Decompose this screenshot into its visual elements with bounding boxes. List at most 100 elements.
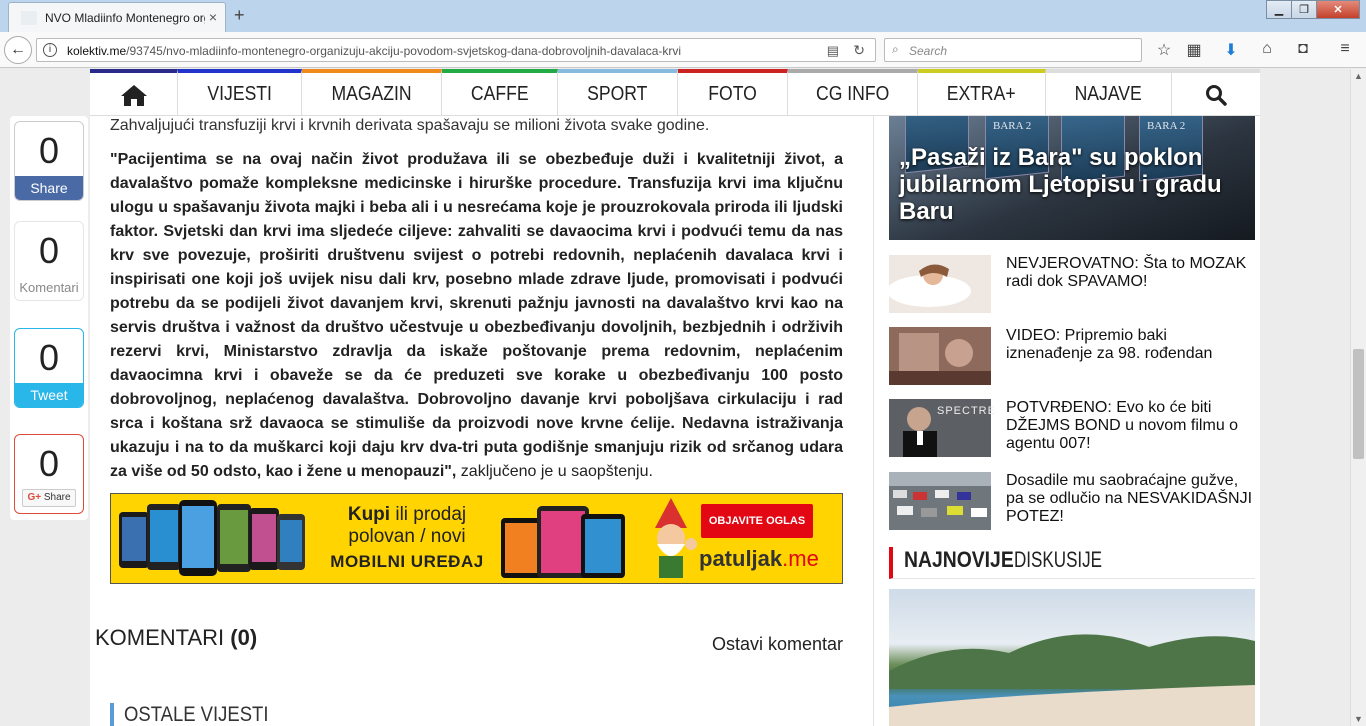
book-label: BARA 2	[1147, 120, 1186, 132]
banner-sell: ili prodaj	[390, 504, 467, 525]
nav-sport[interactable]: SPORT	[558, 69, 678, 116]
book-label: BARA 2	[993, 120, 1032, 132]
article-quote: "Pacijentima se na ovaj način život prod…	[110, 148, 843, 484]
gplus-icon: G+	[27, 492, 42, 503]
nav-label: EXTRA+	[947, 83, 1016, 105]
site-navigation: VIJESTI MAGAZIN CAFFE SPORT FOTO CG INFO…	[90, 69, 1260, 116]
back-arrow-icon[interactable]: ←	[4, 36, 32, 64]
heading-bold: NAJNOVIJE	[904, 547, 1014, 572]
featured-story[interactable]: BARA 2 BARA 2 „Pasaži iz Bara" su poklon…	[889, 116, 1255, 240]
reload-icon[interactable]: ↻	[853, 42, 865, 59]
thumb-caption: SPECTRE	[937, 405, 996, 417]
quote-bold: "Pacijentima se na ovaj način život prod…	[110, 151, 843, 480]
site-info-icon[interactable]: i	[43, 43, 57, 57]
phones-illustration-icon	[119, 500, 305, 576]
maximize-icon[interactable]: ❐	[1291, 0, 1317, 19]
nav-caffe[interactable]: CAFFE	[442, 69, 558, 116]
nav-label: SPORT	[587, 83, 648, 105]
news-title[interactable]: VIDEO: Pripremio baki iznenađenje za 98.…	[1006, 327, 1256, 363]
twitter-share-count: 0	[38, 337, 60, 378]
window-close-icon[interactable]: ✕	[1316, 0, 1360, 19]
news-title[interactable]: NEVJEROVATNO: Šta to MOZAK radi dok SPAV…	[1006, 255, 1256, 291]
gplus-share-box[interactable]: 0 G+ Share	[14, 434, 84, 514]
url-path: /93745/nvo-mladiinfo-montenegro-organizu…	[126, 44, 682, 58]
close-tab-icon[interactable]: ×	[209, 9, 217, 25]
menu-hamburger-icon[interactable]: ≡	[1334, 40, 1356, 58]
address-bar[interactable]: i kolektiv.me/93745/nvo-mladiinfo-monten…	[36, 38, 876, 62]
gplus-share-label: Share	[43, 492, 71, 503]
facebook-share-count: 0	[38, 130, 60, 171]
tab-title: NVO Mladiinfo Montenegro organizuju akci…	[45, 11, 205, 25]
nav-extra[interactable]: EXTRA+	[918, 69, 1046, 116]
social-share-bar: 0 Share 0 Komentari 0 Tweet 0 G+ Share	[10, 116, 88, 520]
sidebar-news-item[interactable]: NEVJEROVATNO: Šta to MOZAK radi dok SPAV…	[889, 255, 1255, 313]
sidebar-news-item[interactable]: SPECTRE POTVRĐENO: Evo ko će biti DŽEJMS…	[889, 399, 1255, 457]
nav-vijesti[interactable]: VIJESTI	[178, 69, 302, 116]
page-scrollbar[interactable]: ▲ ▼	[1350, 69, 1366, 726]
pocket-icon[interactable]: ◘	[1292, 40, 1314, 58]
news-thumbnail	[889, 327, 991, 385]
twitter-share-box[interactable]: 0 Tweet	[14, 328, 84, 408]
discussion-beach-image[interactable]	[889, 589, 1255, 726]
browser-tab[interactable]: NVO Mladiinfo Montenegro organizuju akci…	[8, 2, 226, 32]
other-news-label: OSTALE VIJESTI	[124, 703, 269, 726]
nav-foto[interactable]: FOTO	[678, 69, 788, 116]
bookmark-star-icon[interactable]: ☆	[1153, 40, 1175, 60]
search-icon: ⌕	[892, 42, 899, 56]
news-title[interactable]: Dosadile mu saobraćajne gužve, pa se odl…	[1006, 472, 1256, 526]
search-placeholder: Search	[909, 44, 948, 58]
nav-najave[interactable]: NAJAVE	[1046, 69, 1172, 116]
quote-tail: zaključeno je u saopštenju.	[456, 463, 653, 480]
comments-count-box[interactable]: 0 Komentari	[14, 221, 84, 301]
page-viewport: VIJESTI MAGAZIN CAFFE SPORT FOTO CG INFO…	[0, 69, 1350, 726]
comments-title: KOMENTARI	[95, 625, 231, 650]
url-domain: kolektiv.me	[67, 44, 127, 58]
nav-magazin[interactable]: MAGAZIN	[302, 69, 442, 116]
new-tab-button[interactable]: +	[234, 5, 245, 26]
search-magnifier-icon	[1206, 84, 1227, 106]
beach-photo	[889, 634, 1255, 726]
home-page-icon[interactable]: ⌂	[1256, 40, 1278, 58]
scroll-thumb[interactable]	[1353, 349, 1364, 459]
nav-cg-info[interactable]: CG INFO	[788, 69, 918, 116]
banner-brand: patuljak.me	[699, 546, 819, 572]
news-title[interactable]: POTVRĐENO: Evo ko će biti DŽEJMS BOND u …	[1006, 399, 1256, 453]
scroll-down-icon[interactable]: ▼	[1354, 714, 1363, 724]
leave-comment-link[interactable]: Ostavi komentar	[712, 634, 843, 655]
minimize-icon[interactable]: ▁	[1266, 0, 1292, 19]
featured-story-title[interactable]: „Pasaži iz Bara" su poklon jubilarnom Lj…	[899, 144, 1249, 225]
nav-label: CG INFO	[815, 83, 890, 105]
tablets-illustration-icon	[501, 506, 625, 578]
browser-search-input[interactable]: ⌕ Search	[884, 38, 1142, 62]
facebook-share-box[interactable]: 0 Share	[14, 121, 84, 201]
browser-toolbar: ← i kolektiv.me/93745/nvo-mladiinfo-mont…	[0, 32, 1366, 68]
twitter-share-label: Tweet	[15, 383, 83, 407]
scroll-up-icon[interactable]: ▲	[1354, 71, 1363, 81]
window-controls: ▁ ❐ ✕	[1266, 0, 1360, 19]
comments-total: (0)	[230, 625, 258, 650]
brand-tld: .me	[782, 546, 819, 571]
banner-buy: Kupi	[347, 504, 391, 525]
bookmarks-list-icon[interactable]: ▦	[1183, 40, 1205, 60]
gnome-mascot-icon	[655, 498, 697, 578]
favicon-icon	[21, 11, 37, 25]
sidebar-news-item[interactable]: VIDEO: Pripremio baki iznenađenje za 98.…	[889, 327, 1255, 385]
article-intro: Zahvaljujući transfuziji krvi i krvnih d…	[110, 117, 710, 134]
url-text: kolektiv.me/93745/nvo-mladiinfo-monteneg…	[67, 44, 681, 58]
banner-product: MOBILNI UREĐAJ	[330, 552, 484, 571]
home-icon	[120, 84, 147, 106]
nav-search[interactable]	[1172, 69, 1260, 116]
brand-name: patuljak	[699, 546, 783, 571]
nav-label: NAJAVE	[1074, 83, 1143, 105]
ad-banner[interactable]: Kupi ili prodaj polovan / novi MOBILNI UR…	[110, 493, 843, 584]
gplus-share-button[interactable]: G+ Share	[22, 489, 76, 507]
column-divider	[873, 116, 874, 726]
nav-label: CAFFE	[470, 83, 529, 105]
post-ad-button[interactable]: OBJAVITE OGLAS	[701, 504, 813, 538]
reader-view-icon[interactable]: ▤	[827, 43, 839, 59]
nav-label: MAGAZIN	[331, 83, 412, 105]
nav-label: VIJESTI	[207, 83, 272, 105]
nav-home[interactable]	[90, 69, 178, 116]
sidebar-news-item[interactable]: Dosadile mu saobraćajne gužve, pa se odl…	[889, 472, 1255, 530]
downloads-icon[interactable]: ⬇	[1220, 40, 1242, 60]
